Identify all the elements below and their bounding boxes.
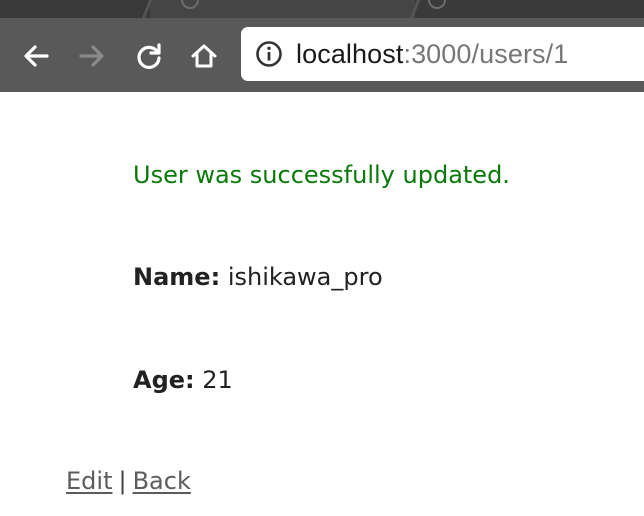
age-value: 21 xyxy=(202,366,233,394)
home-button[interactable] xyxy=(184,36,224,76)
arrow-right-icon xyxy=(79,45,104,67)
age-label: Age: xyxy=(133,366,195,394)
url-text: localhost:3000/users/1 xyxy=(296,39,568,70)
reload-button[interactable] xyxy=(129,36,169,76)
edit-link[interactable]: Edit xyxy=(66,467,112,495)
browser-toolbar: localhost:3000/users/1 xyxy=(0,18,644,92)
name-field: Name: ishikawa_pro xyxy=(133,263,383,291)
info-circle-icon[interactable] xyxy=(255,40,283,68)
name-value: ishikawa_pro xyxy=(227,263,383,291)
name-label: Name: xyxy=(133,263,221,291)
back-link[interactable]: Back xyxy=(133,467,191,495)
url-path: :3000/users/1 xyxy=(403,38,569,69)
back-button[interactable] xyxy=(16,36,56,76)
flash-notice: User was successfully updated. xyxy=(133,161,510,189)
reload-icon xyxy=(137,43,161,69)
home-icon xyxy=(191,44,217,68)
tab-strip xyxy=(0,0,644,18)
arrow-left-icon xyxy=(24,45,49,67)
age-field: Age: 21 xyxy=(133,366,233,394)
tab-favicon-icon xyxy=(428,0,446,9)
url-host: localhost xyxy=(296,38,404,69)
link-separator: | xyxy=(118,467,127,495)
address-bar[interactable]: localhost:3000/users/1 xyxy=(241,27,644,81)
action-links: Edit | Back xyxy=(66,467,191,495)
forward-button[interactable] xyxy=(72,36,112,76)
